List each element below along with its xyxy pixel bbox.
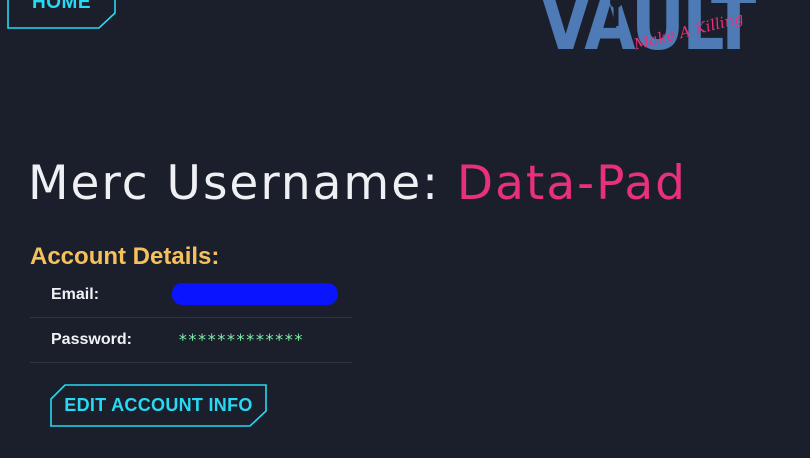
home-button[interactable]: HOME <box>7 0 116 29</box>
password-row: Password: ************* <box>30 318 352 363</box>
password-value: ************* <box>178 330 304 349</box>
email-row: Email: <box>30 273 352 318</box>
edit-account-info-label: EDIT ACCOUNT INFO <box>64 395 253 415</box>
page-title: Merc Username: Data-Pad <box>28 156 687 212</box>
home-button-label: HOME <box>32 0 91 13</box>
edit-account-info-button[interactable]: EDIT ACCOUNT INFO <box>50 384 267 427</box>
account-details-heading: Account Details: <box>30 243 220 270</box>
email-label: Email: <box>51 286 100 303</box>
password-label: Password: <box>51 331 132 348</box>
merc-username: Data-Pad <box>456 156 687 211</box>
title-prefix: Merc Username: <box>28 156 440 211</box>
account-details-table: Email: Password: ************* <box>30 273 352 363</box>
email-redaction <box>171 283 339 305</box>
vault-logo: VAULT Make A Killing <box>540 0 756 76</box>
keyhole-icon <box>610 0 622 26</box>
